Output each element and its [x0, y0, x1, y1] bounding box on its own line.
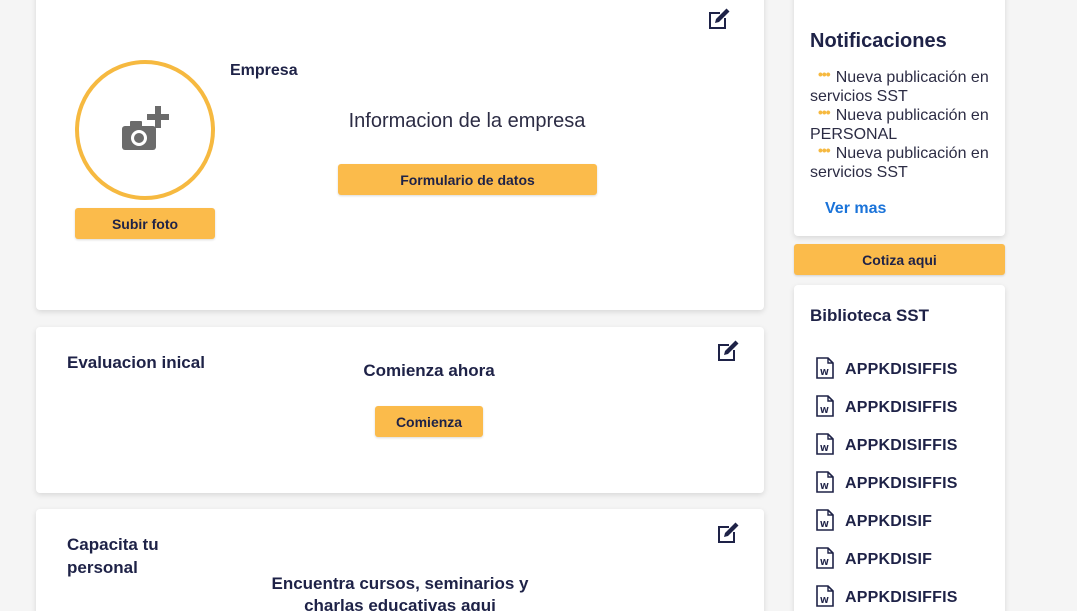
data-form-button[interactable]: Formulario de datos: [338, 164, 597, 195]
notifications-title: Notificaciones: [810, 30, 947, 52]
quote-button[interactable]: Cotiza aqui: [794, 244, 1005, 275]
svg-text:W: W: [820, 406, 829, 415]
document-name: APPKDISIFFIS: [845, 589, 958, 606]
notification-item[interactable]: ••• Nueva publicación en PERSONAL: [810, 104, 996, 144]
upload-photo-button[interactable]: Subir foto: [75, 208, 215, 239]
evaluation-subheading: Comienza ahora: [363, 361, 495, 380]
notifications-card: Notificaciones ••• Nueva publicación en s…: [794, 0, 1005, 236]
document-item[interactable]: W APPKDISIFFIS: [816, 351, 958, 389]
document-name: APPKDISIFFIS: [845, 475, 958, 492]
library-card: Biblioteca SST W APPKDISIFFIS W APPKDISI…: [794, 285, 1005, 611]
document-name: APPKDISIF: [845, 513, 933, 530]
library-title: Biblioteca SST: [810, 306, 930, 325]
notification-text: Nueva publicación en servicios SST: [810, 69, 989, 105]
document-item[interactable]: W APPKDISIF: [816, 503, 958, 541]
profile-photo-placeholder[interactable]: [75, 60, 215, 200]
notifications-list: ••• Nueva publicación en servicios SST ••…: [810, 66, 996, 182]
add-photo-camera-icon: [118, 104, 172, 157]
word-document-icon: W: [816, 432, 845, 460]
notification-text: Nueva publicación en servicios SST: [810, 145, 989, 181]
edit-icon[interactable]: [715, 520, 741, 546]
svg-text:W: W: [820, 520, 829, 529]
training-heading: Capacita tu personal: [67, 533, 159, 579]
training-subheading: Encuentra cursos, seminarios y charlas e…: [250, 573, 550, 611]
document-item[interactable]: W APPKDISIFFIS: [816, 465, 958, 503]
training-heading-line1: Capacita tu: [67, 535, 159, 554]
training-subheading-line1: Encuentra cursos, seminarios y: [271, 574, 529, 593]
training-subheading-line2: charlas educativas aqui: [304, 596, 496, 611]
word-document-icon: W: [816, 394, 845, 422]
notification-item[interactable]: ••• Nueva publicación en servicios SST: [810, 66, 996, 106]
company-label: Empresa: [230, 62, 298, 79]
svg-text:W: W: [820, 482, 829, 491]
training-heading-line2: personal: [67, 558, 138, 577]
notification-text: Nueva publicación en PERSONAL: [810, 107, 989, 143]
word-document-icon: W: [816, 470, 845, 498]
see-more-link[interactable]: Ver mas: [825, 200, 886, 218]
company-info-title: Informacion de la empresa: [348, 110, 586, 132]
company-card: Subir foto Empresa Informacion de la emp…: [36, 0, 764, 310]
svg-text:W: W: [820, 596, 829, 605]
svg-text:W: W: [820, 368, 829, 377]
training-card: Capacita tu personal Encuentra cursos, s…: [36, 509, 764, 611]
document-item[interactable]: W APPKDISIFFIS: [816, 427, 958, 465]
notification-item[interactable]: ••• Nueva publicación en servicios SST: [810, 142, 996, 182]
svg-text:W: W: [820, 558, 829, 567]
start-button[interactable]: Comienza: [375, 406, 483, 437]
edit-icon[interactable]: [706, 6, 732, 32]
document-name: APPKDISIF: [845, 551, 933, 568]
document-name: APPKDISIFFIS: [845, 399, 958, 416]
word-document-icon: W: [816, 584, 845, 611]
edit-icon[interactable]: [715, 338, 741, 364]
notification-dots-icon: •••: [818, 142, 831, 158]
word-document-icon: W: [816, 508, 845, 536]
notification-dots-icon: •••: [818, 66, 831, 82]
document-item[interactable]: W APPKDISIFFIS: [816, 579, 958, 611]
evaluation-heading: Evaluacion inical: [67, 353, 205, 372]
svg-text:W: W: [820, 444, 829, 453]
document-item[interactable]: W APPKDISIFFIS: [816, 389, 958, 427]
document-name: APPKDISIFFIS: [845, 361, 958, 378]
word-document-icon: W: [816, 356, 845, 384]
document-item[interactable]: W APPKDISIF: [816, 541, 958, 579]
word-document-icon: W: [816, 546, 845, 574]
notification-dots-icon: •••: [818, 104, 831, 120]
evaluation-card: Evaluacion inical Comienza ahora Comienz…: [36, 327, 764, 493]
document-list: W APPKDISIFFIS W APPKDISIFFIS W APPKDISI…: [816, 351, 958, 611]
document-name: APPKDISIFFIS: [845, 437, 958, 454]
